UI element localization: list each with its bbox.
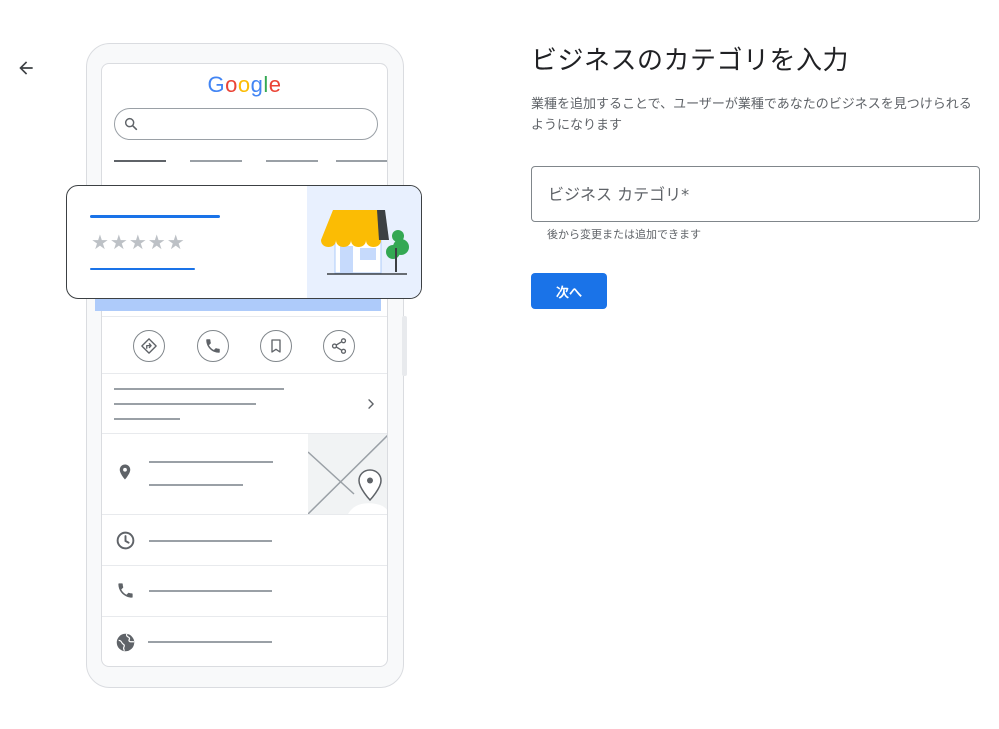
bookmark-icon (271, 339, 281, 353)
globe-icon (116, 633, 135, 652)
placeholder-line (149, 484, 243, 486)
placeholder-line (148, 641, 272, 643)
business-profile-illustration: Google ★★★★★ (60, 38, 430, 698)
storefront-icon (321, 210, 409, 275)
title-line (90, 215, 220, 218)
divider (102, 316, 387, 317)
back-button[interactable] (10, 52, 42, 84)
directions-action (133, 330, 165, 362)
placeholder-line (114, 418, 180, 420)
phone-icon (118, 583, 133, 598)
logo-letter: G (207, 72, 226, 97)
share-icon (331, 338, 347, 354)
divider (102, 565, 387, 566)
detail-line (90, 268, 195, 270)
search-icon (124, 117, 138, 131)
tab-line (266, 160, 318, 162)
placeholder-line (114, 403, 256, 405)
tab-indicator (114, 160, 166, 162)
business-category-field[interactable] (531, 166, 980, 222)
scrollbar-illustration (402, 316, 407, 376)
logo-letter: g (250, 72, 264, 97)
page-description: 業種を追加することで、ユーザーが業種であなたのビジネスを見つけられるようになりま… (531, 97, 972, 133)
share-action (323, 330, 355, 362)
chevron-right-icon (368, 399, 374, 409)
directions-icon (141, 338, 157, 354)
divider (102, 373, 387, 374)
logo-letter: o (225, 72, 238, 97)
tab-line (336, 160, 387, 162)
placeholder-line (114, 388, 284, 390)
next-button[interactable]: 次へ (531, 273, 607, 309)
logo-letter: o (237, 72, 251, 97)
page: Google ★★★★★ ビジネスのカテゴリを入力 業種を追加することで、ユーザ… (0, 0, 999, 729)
divider (102, 514, 387, 515)
location-pin-icon (119, 464, 131, 480)
phone-screen: Google (101, 63, 388, 667)
phone-icon (206, 339, 220, 353)
highlight-bar (95, 299, 381, 311)
rating-stars: ★★★★★ (91, 230, 186, 254)
arrow-back-icon (19, 61, 33, 75)
page-title: ビジネスのカテゴリを入力 (531, 46, 850, 76)
logo-letter: e (268, 72, 282, 97)
call-action (197, 330, 229, 362)
business-card-popout: ★★★★★ (66, 185, 422, 299)
helper-text: 後から変更または追加できます (547, 228, 701, 241)
tab-line (190, 160, 242, 162)
google-logo: Google (102, 72, 387, 98)
placeholder-line (149, 461, 273, 463)
storefront-panel (307, 186, 421, 298)
placeholder-line (149, 590, 272, 592)
clock-icon (116, 531, 135, 550)
business-category-input[interactable] (532, 167, 979, 221)
divider (102, 616, 387, 617)
search-bar-illustration (114, 108, 378, 140)
placeholder-line (149, 540, 272, 542)
map-thumbnail (308, 434, 387, 514)
save-action (260, 330, 292, 362)
